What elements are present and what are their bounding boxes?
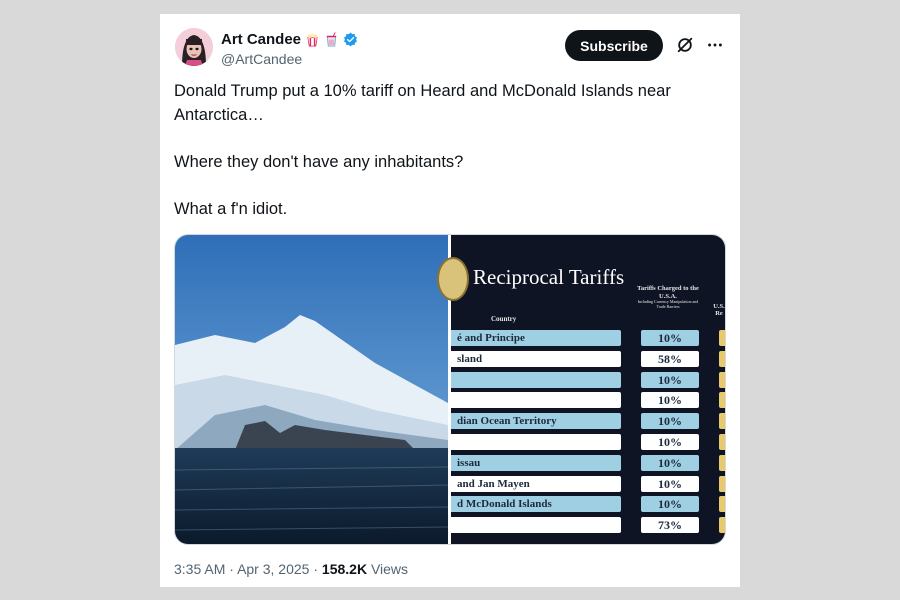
avatar[interactable] (175, 28, 213, 66)
tariff-row-value: 10% (641, 392, 699, 409)
tweet-paragraph: Where they don't have any inhabitants? (174, 152, 464, 171)
us-reciprocal-cell (719, 496, 725, 513)
charged-subheader-text: Including Currency Manipulation and Trad… (637, 299, 699, 309)
tariff-row-country (451, 517, 621, 534)
column-header-us-reciprocal: U.S. Re (713, 303, 725, 317)
tweet-time[interactable]: 3:35 AM (174, 561, 225, 577)
tariff-row-country: issau (451, 454, 621, 471)
tweet-paragraph: What a f'n idiot. (174, 199, 288, 218)
tariff-chart-title: Reciprocal Tariffs (473, 265, 625, 289)
tweet-paragraph: Donald Trump put a 10% tariff on Heard a… (174, 82, 671, 124)
us-reciprocal-cell (719, 475, 725, 492)
tariff-row-country (451, 392, 621, 409)
tariff-row-value: 73% (641, 517, 699, 534)
us-reciprocal-cell (719, 454, 725, 471)
tariff-row-country: dian Ocean Territory (451, 413, 621, 430)
tariff-row-value: 10% (641, 371, 699, 388)
author-handle[interactable]: @ArtCandee (221, 51, 302, 67)
views-label: Views (370, 561, 409, 577)
tariff-row-value: 58% (641, 350, 699, 367)
us-reciprocal-cell (719, 413, 725, 430)
tariff-row-country (451, 371, 621, 388)
us-reciprocal-cell (719, 392, 725, 409)
tariff-row-country: é and Principe (451, 330, 621, 346)
author-name[interactable]: Art Candee (221, 31, 301, 48)
tweet-text: Donald Trump put a 10% tariff on Heard a… (174, 80, 719, 245)
charged-header-text: Tariffs Charged to the U.S.A. (637, 285, 699, 300)
tariff-row-country (451, 434, 621, 450)
us-reciprocal-cell (719, 517, 725, 534)
author-name-row[interactable]: Art Candee (221, 31, 358, 48)
verified-badge-icon[interactable] (343, 32, 358, 47)
tariff-row-value: 10% (641, 330, 699, 346)
tweet-card: Art Candee @ArtCandee Subscribe Donald T… (160, 14, 740, 587)
meta-separator: · (229, 561, 234, 577)
meta-separator: · (313, 561, 319, 577)
reciprocal-tariffs-image[interactable]: Reciprocal Tariffs Country Tariffs Charg… (437, 235, 725, 544)
us-reciprocal-cell (719, 434, 725, 450)
grok-icon[interactable] (676, 36, 694, 54)
more-options-icon[interactable] (706, 36, 724, 54)
tweet-media[interactable]: Reciprocal Tariffs Country Tariffs Charg… (174, 234, 726, 545)
tariff-row-country: sland (451, 350, 621, 367)
tweet-date[interactable]: Apr 3, 2025 (237, 561, 309, 577)
column-header-country: Country (491, 315, 517, 323)
tariff-row-value: 10% (641, 496, 699, 513)
tariff-row-value: 10% (641, 475, 699, 492)
tariff-row-country: and Jan Mayen (451, 475, 621, 492)
cup-emoji-icon (326, 32, 337, 47)
us-reciprocal-cell (719, 350, 725, 367)
tariff-row-value: 10% (641, 413, 699, 430)
avatar-image (175, 28, 213, 66)
us-reciprocal-cell (719, 371, 725, 388)
presidential-seal-icon (437, 257, 469, 301)
popcorn-emoji-icon (307, 33, 318, 47)
subscribe-button[interactable]: Subscribe (565, 30, 663, 61)
column-header-charged: Tariffs Charged to the U.S.A. Including … (633, 285, 703, 309)
us-reciprocal-cell (719, 330, 725, 346)
tariff-row-value: 10% (641, 454, 699, 471)
tariff-row-country: d McDonald Islands (451, 496, 621, 513)
tweet-meta: 3:35 AM · Apr 3, 2025 · 158.2K Views (174, 561, 408, 577)
views-count[interactable]: 158.2K (322, 561, 367, 577)
mountain-island-photo[interactable] (175, 235, 448, 544)
tariff-row-value: 10% (641, 434, 699, 450)
